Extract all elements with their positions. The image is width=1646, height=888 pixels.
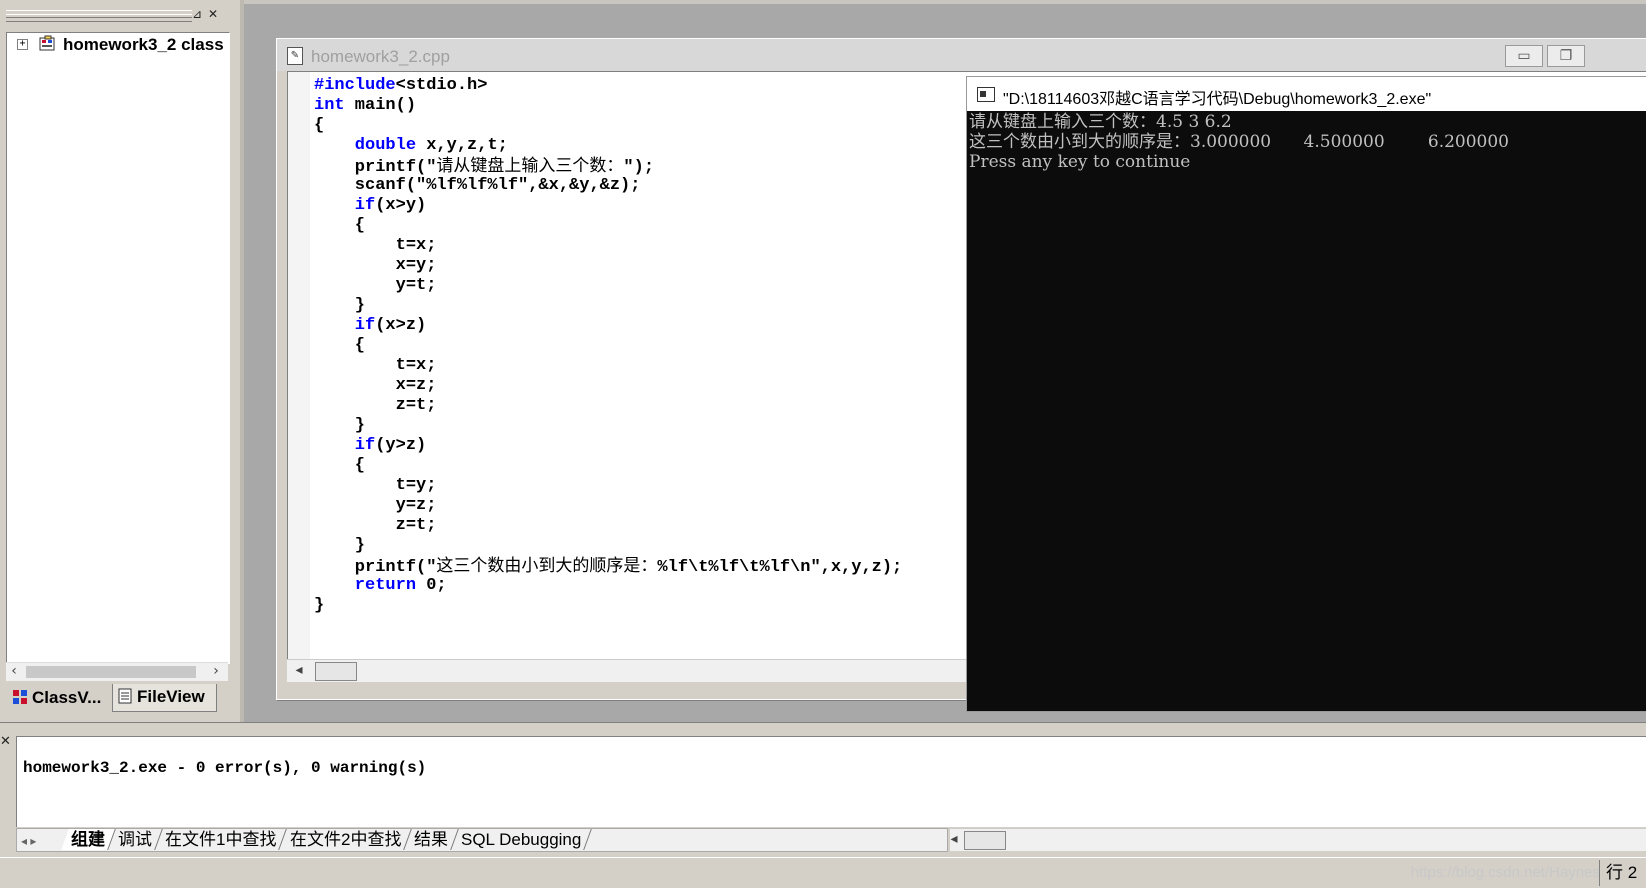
console-window[interactable]: "D:\18114603邓越C语言学习代码\Debug\homework3_2.… [966, 76, 1646, 712]
build-result-text: homework3_2.exe - 0 error(s), 0 warning(… [23, 759, 427, 777]
output-tab[interactable]: 在文件1中查找 [155, 829, 288, 850]
output-tab[interactable]: SQL Debugging [451, 829, 593, 850]
workspace-gripper[interactable] [6, 10, 192, 22]
code-line[interactable]: z=t; [314, 396, 902, 416]
code-line[interactable]: printf("这三个数由小到大的顺序是：%lf\t%lf\t%lf\n",x,… [314, 556, 902, 577]
code-line[interactable]: { [314, 116, 902, 136]
scroll-thumb[interactable] [964, 831, 1006, 850]
code-line[interactable]: int main() [314, 96, 902, 116]
output-tab-label: 在文件2中查找 [289, 830, 402, 849]
code-line[interactable]: scanf("%lf%lf%lf",&x,&y,&z); [314, 176, 902, 196]
workspace-horizontal-scrollbar[interactable]: ‹ › [6, 662, 228, 681]
code-line[interactable]: t=y; [314, 476, 902, 496]
workspace-close-icon[interactable]: ✕ [206, 8, 220, 22]
tree-expand-icon[interactable]: + [17, 39, 28, 50]
classview-icon [13, 690, 27, 704]
code-line[interactable]: if(y>z) [314, 436, 902, 456]
code-line[interactable]: t=x; [314, 236, 902, 256]
code-line[interactable]: } [314, 296, 902, 316]
console-line: 这三个数由小到大的顺序是：3.000000 4.500000 6.200000 [969, 132, 1509, 152]
code-line[interactable]: if(x>y) [314, 196, 902, 216]
code-gutter [288, 72, 310, 660]
class-folder-icon [39, 35, 55, 51]
status-bar: https://blog.csdn.net/Haynes 行 2 [0, 857, 1646, 888]
code-line[interactable]: { [314, 336, 902, 356]
scroll-left-icon[interactable]: ◂ [291, 662, 307, 680]
output-horizontal-scrollbar[interactable]: ◂ [950, 828, 1646, 851]
line-indicator: 行 2 [1599, 860, 1646, 886]
class-tree: + homework3_2 class [6, 32, 230, 664]
console-app-icon [977, 87, 995, 102]
code-line[interactable]: double x,y,z,t; [314, 136, 902, 156]
console-output[interactable]: 请从键盘上输入三个数：4.5 3 6.2 这三个数由小到大的顺序是：3.00000… [967, 112, 1646, 710]
output-pane: ✕ homework3_2.exe - 0 error(s), 0 warnin… [0, 732, 1646, 857]
scroll-thumb[interactable] [315, 662, 357, 681]
code-line[interactable]: t=x; [314, 356, 902, 376]
output-tab-label: 在文件1中查找 [165, 830, 277, 849]
scroll-right-icon[interactable]: › [208, 663, 224, 681]
maximize-button[interactable]: ❐ [1547, 45, 1585, 67]
code-line[interactable]: } [314, 596, 902, 616]
code-line[interactable]: printf("请从键盘上输入三个数："); [314, 156, 902, 177]
output-tab-label: 结果 [414, 830, 449, 849]
code-line[interactable]: x=y; [314, 256, 902, 276]
code-line[interactable]: { [314, 216, 902, 236]
workspace-pane: ⊿ ✕ + homework3_2 class ‹ › ClassV... Fi… [0, 0, 242, 732]
toolbar-edge [244, 0, 1646, 4]
editor-titlebar[interactable]: ✎ homework3_2.cpp ▭ ❐ [277, 39, 1646, 71]
code-line[interactable]: } [314, 416, 902, 436]
output-tab-strip: ◂ ▸ 组建 调试 在文件1中查找 在文件2中查找 结果 SQL Debugging [16, 828, 948, 852]
code-line[interactable]: y=z; [314, 496, 902, 516]
scroll-left-icon[interactable]: ‹ [6, 663, 22, 681]
tree-root-label[interactable]: homework3_2 class [63, 35, 224, 55]
scroll-thumb[interactable] [26, 666, 196, 678]
console-line: Press any key to continue [969, 152, 1191, 172]
code-line[interactable]: } [314, 536, 902, 556]
source-code[interactable]: #include<stdio.h> int main(){ double x,y,… [314, 76, 902, 616]
console-title: "D:\18114603邓越C语言学习代码\Debug\homework3_2.… [1003, 91, 1432, 108]
code-line[interactable]: z=t; [314, 516, 902, 536]
code-line[interactable]: x=z; [314, 376, 902, 396]
minimize-button[interactable]: ▭ [1505, 45, 1543, 67]
code-line[interactable]: return 0; [314, 576, 902, 596]
code-line[interactable]: if(x>z) [314, 316, 902, 336]
source-file-icon: ✎ [287, 47, 303, 65]
tab-scroll-arrows-icon[interactable]: ◂ ▸ [17, 834, 61, 848]
code-line[interactable]: y=t; [314, 276, 902, 296]
output-tab-label: SQL Debugging [461, 830, 582, 849]
output-close-icon[interactable]: ✕ [0, 734, 11, 749]
console-titlebar[interactable]: "D:\18114603邓越C语言学习代码\Debug\homework3_2.… [967, 77, 1646, 111]
workspace-dock-icon[interactable]: ⊿ [190, 8, 204, 22]
build-output[interactable]: homework3_2.exe - 0 error(s), 0 warning(… [16, 736, 1646, 827]
tab-classview-label: ClassV... [32, 688, 102, 707]
code-line[interactable]: { [314, 456, 902, 476]
fileview-icon [118, 688, 132, 704]
output-gripper[interactable]: ✕ [0, 732, 14, 857]
output-tab-label: 组建 [71, 830, 106, 849]
tab-fileview[interactable]: FileView [112, 684, 217, 712]
code-line[interactable]: #include<stdio.h> [314, 76, 902, 96]
output-tab[interactable]: 在文件2中查找 [280, 829, 413, 850]
output-tab-label: 调试 [118, 830, 153, 849]
console-line: 请从键盘上输入三个数：4.5 3 6.2 [969, 112, 1232, 132]
tab-classview[interactable]: ClassV... [8, 684, 108, 712]
editor-title: homework3_2.cpp [311, 47, 450, 66]
tab-fileview-label: FileView [137, 687, 205, 706]
watermark: https://blog.csdn.net/Haynes [1410, 864, 1600, 881]
scroll-left-icon[interactable]: ◂ [946, 831, 962, 849]
